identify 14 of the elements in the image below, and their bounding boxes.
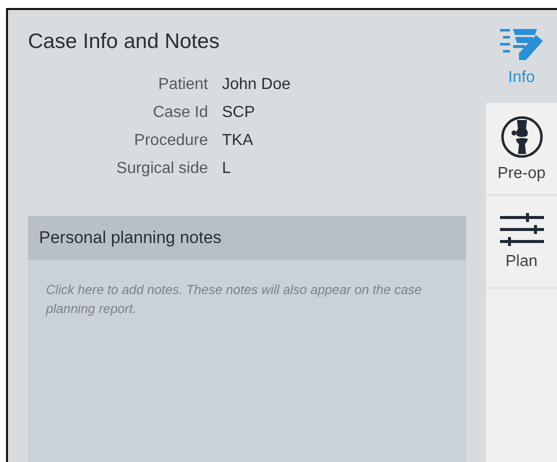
field-label: Procedure [133, 132, 208, 150]
notes-edit-icon [500, 26, 544, 62]
field-value: SCP [222, 104, 256, 122]
notes-title: Personal planning notes [39, 228, 222, 248]
field-value: TKA [222, 132, 254, 150]
field-label: Surgical side [115, 160, 208, 178]
knee-joint-icon [500, 114, 544, 158]
field-label: Case Id [152, 104, 208, 122]
field-label: Patient [157, 76, 208, 94]
sliders-icon [500, 212, 544, 246]
notes-field[interactable]: Click here to add notes. These notes will also appear on the case planning report. [28, 260, 466, 462]
panel-title: Case Info and Notes [28, 30, 220, 54]
field-value: L [222, 160, 232, 178]
field-value: John Doe [222, 76, 290, 94]
